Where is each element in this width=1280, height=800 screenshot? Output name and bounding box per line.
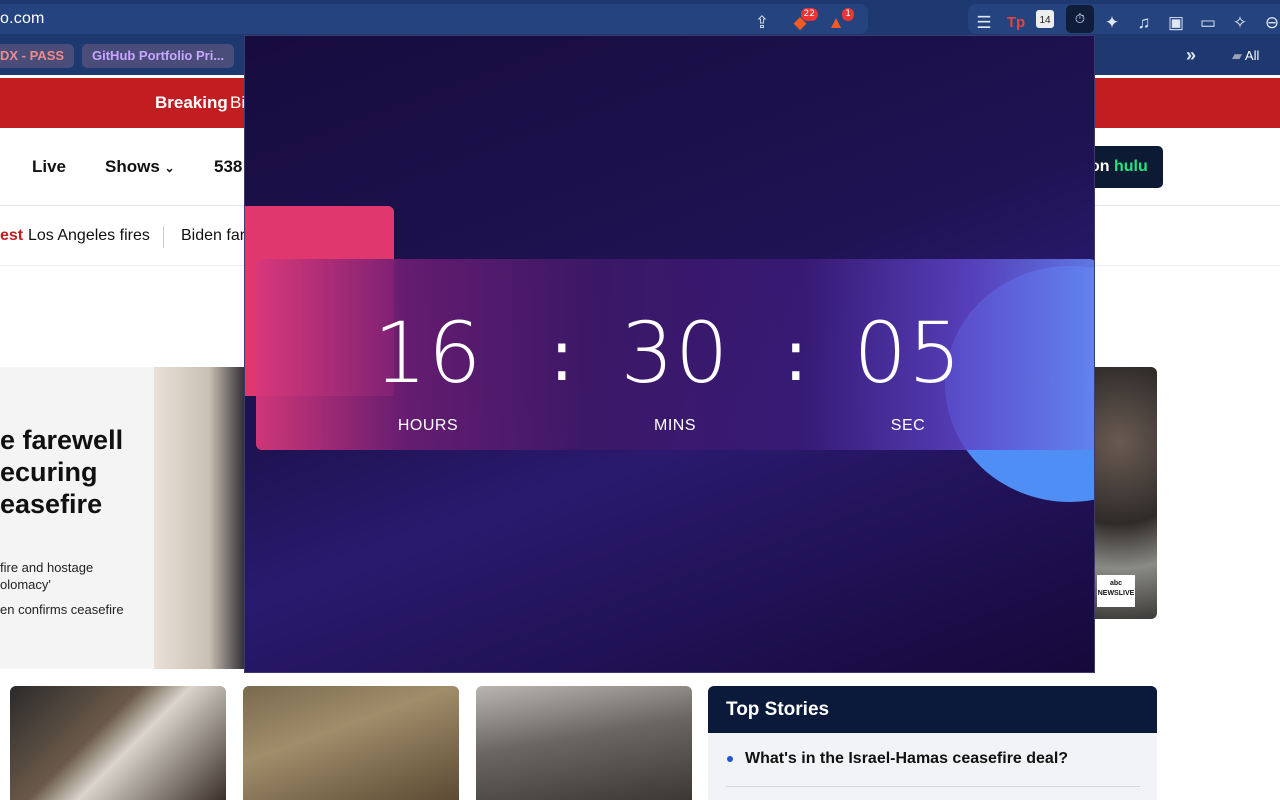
trending-link-biden[interactable]: Biden far <box>181 227 245 245</box>
breaking-text[interactable]: Bi <box>230 93 245 113</box>
extensions-area: ☰ Tp 14 ⏱ ✦ ♫ ▣ ▭ ✧ ⊖ <box>968 4 1280 34</box>
hours-label: HOURS <box>397 417 459 434</box>
story-thumbnail-2[interactable] <box>243 686 459 800</box>
divider <box>726 786 1140 787</box>
lead-story-photo[interactable] <box>154 367 246 669</box>
brave-rewards-icon[interactable]: ▲ 1 <box>824 8 854 35</box>
top-stories-panel: Top Stories What's in the Israel-Hamas c… <box>708 686 1157 800</box>
shields-count-badge: 22 <box>800 8 818 21</box>
chevron-down-icon: ⌄ <box>164 161 175 175</box>
top-story-link[interactable]: What's in the Israel-Hamas ceasefire dea… <box>745 750 1068 768</box>
share-icon[interactable]: ⇪ <box>750 11 774 35</box>
lead-sub-link-cont[interactable]: olomacy' <box>0 577 150 592</box>
nav-shows-label: Shows <box>105 157 160 176</box>
bullet-icon <box>727 756 733 762</box>
minutes-label: MINS <box>654 417 696 434</box>
timer-extension-icon[interactable]: ⏱ <box>1066 5 1094 33</box>
minutes-value: 30 <box>620 304 730 402</box>
music-icon[interactable]: ♫ <box>1132 11 1156 35</box>
sidebar-toggle-icon[interactable]: ▣ <box>1164 11 1188 35</box>
calendar-extension-icon[interactable]: 14 <box>1036 10 1054 28</box>
separator-colon: : <box>550 315 574 397</box>
breaking-label: Breaking <box>155 93 228 112</box>
profile-icon[interactable]: ⊖ <box>1260 11 1280 35</box>
trending-link-la-fires[interactable]: Los Angeles fires <box>28 227 150 245</box>
hulu-logo: hulu <box>1114 158 1148 175</box>
seconds-label: SEC <box>890 417 926 434</box>
tp-extension-icon[interactable]: Tp <box>1004 11 1028 35</box>
abc-news-live-logo: abc NEWSLIVE <box>1097 575 1135 607</box>
reader-mode-icon[interactable]: ☰ <box>972 11 996 35</box>
brave-shields-icon[interactable]: ◆ 22 <box>788 8 818 35</box>
all-bookmarks[interactable]: ▰ All B <box>1222 44 1280 87</box>
bookmark-dx-pass[interactable]: DX - PASS <box>0 44 75 68</box>
story-thumbnail-1[interactable] <box>10 686 226 800</box>
lead-title-line: e farewell <box>0 425 124 455</box>
nav-538[interactable]: 538 <box>214 157 242 177</box>
countdown-timer-popup: 16 : 30 : 05 HOURS MINS SEC <box>244 35 1095 673</box>
wallet-icon[interactable]: ▭ <box>1196 11 1220 35</box>
top-stories-heading: Top Stories <box>708 686 1157 733</box>
lead-story-title[interactable]: e farewell ecuring easefire <box>0 424 154 520</box>
browser-toolbar: o.com ⇪ ◆ 22 ▲ 1 ☰ Tp 14 ⏱ ✦ ♫ ▣ ▭ ✧ ⊖ <box>0 0 1280 38</box>
leo-ai-icon[interactable]: ✧ <box>1228 11 1252 35</box>
seconds-value: 05 <box>853 304 963 402</box>
rewards-count-badge: 1 <box>842 8 854 21</box>
lead-title-line: easefire <box>0 489 103 519</box>
extensions-puzzle-icon[interactable]: ✦ <box>1100 11 1124 35</box>
url-text[interactable]: o.com <box>0 10 45 28</box>
divider <box>163 226 164 248</box>
nav-shows[interactable]: Shows ⌄ <box>105 157 175 177</box>
address-bar[interactable]: o.com ⇪ ◆ 22 ▲ 1 <box>0 4 868 34</box>
hours-value: 16 <box>373 304 483 402</box>
folder-icon: ▰ <box>1232 48 1242 63</box>
separator-colon: : <box>784 315 808 397</box>
bookmark-github-portfolio[interactable]: GitHub Portfolio Pri... <box>82 44 235 68</box>
trending-label: est <box>0 227 24 244</box>
lead-sub-link[interactable]: fire and hostage <box>0 560 150 575</box>
bookmarks-overflow-icon[interactable]: » <box>1176 43 1206 67</box>
lead-title-line: ecuring <box>0 457 98 487</box>
lead-sub-link-2[interactable]: en confirms ceasefire <box>0 602 150 617</box>
nav-live[interactable]: Live <box>32 157 66 177</box>
story-thumbnail-3[interactable] <box>476 686 692 800</box>
